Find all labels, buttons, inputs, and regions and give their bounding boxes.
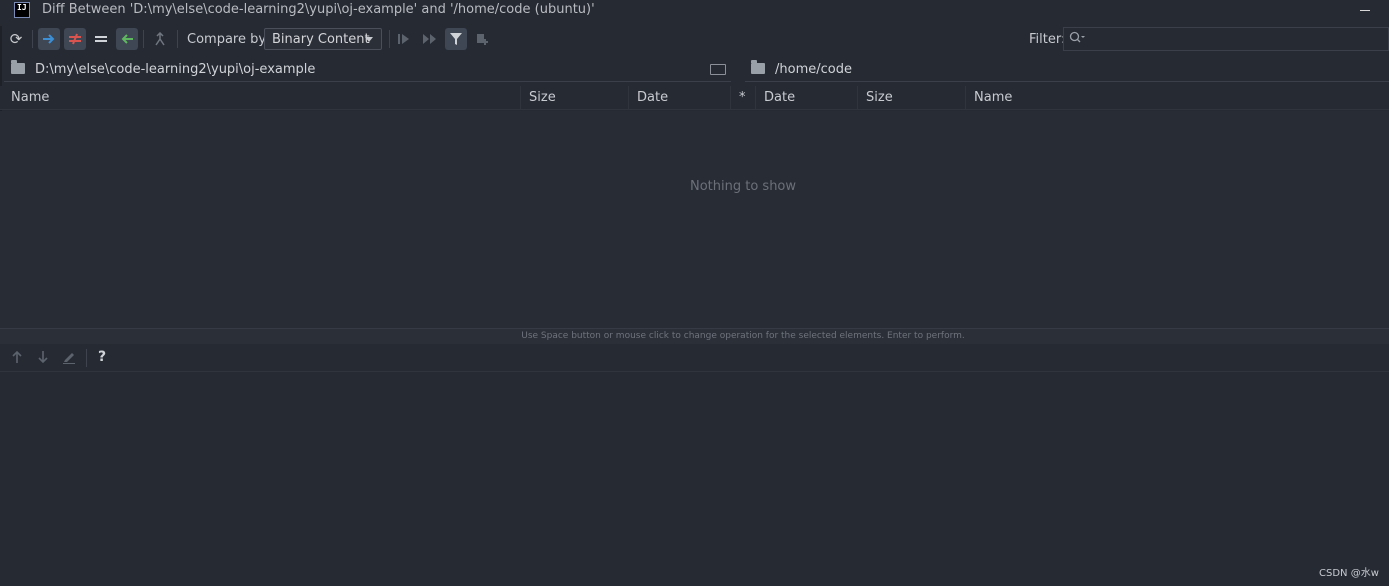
title-bar: IJ Diff Between 'D:\my\else\code-learnin… [0, 0, 1389, 22]
step-icon [398, 34, 409, 44]
hint-text: Use Space button or mouse click to chang… [521, 331, 965, 341]
synchronize-all-button[interactable] [419, 28, 441, 50]
intellij-logo-icon: IJ [14, 2, 30, 18]
hint-bar: Use Space button or mouse click to chang… [0, 328, 1389, 344]
column-header-left-size[interactable]: Size [521, 86, 629, 110]
refresh-icon: ⟳ [9, 30, 23, 48]
column-header-right-size[interactable]: Size [858, 86, 966, 110]
show-right-to-left-button[interactable] [116, 28, 138, 50]
edit-source-button[interactable] [59, 347, 79, 367]
show-left-to-right-button[interactable] [38, 28, 60, 50]
help-icon: ? [97, 349, 107, 365]
window-title: Diff Between 'D:\my\else\code-learning2\… [42, 2, 595, 17]
filter-toggle-button[interactable] [445, 28, 467, 50]
show-different-button[interactable] [64, 28, 86, 50]
column-header-left-date[interactable]: Date [629, 86, 731, 110]
next-difference-button[interactable] [33, 347, 53, 367]
toolbar-separator [32, 30, 33, 48]
diff-preview-panel[interactable] [0, 372, 1389, 586]
left-path-field[interactable]: D:\my\else\code-learning2\yupi\oj-exampl… [35, 62, 315, 77]
toolbar-separator [177, 30, 178, 48]
help-button[interactable]: ? [92, 347, 112, 367]
compare-by-value: Binary Content [272, 31, 370, 47]
sync-settings-button[interactable] [471, 28, 493, 50]
toolbar-separator [389, 30, 390, 48]
bottom-toolbar: ? [0, 344, 1389, 372]
arrow-left-icon [121, 34, 133, 44]
left-path-bar: D:\my\else\code-learning2\yupi\oj-exampl… [4, 58, 731, 82]
pencil-icon [63, 353, 75, 364]
folder-icon [751, 60, 765, 74]
not-equal-icon [69, 33, 81, 45]
column-header-operation[interactable]: * [731, 86, 756, 110]
synchronize-selected-button[interactable] [393, 28, 415, 50]
right-path-bar: /home/code [745, 58, 1389, 82]
merge-button[interactable] [149, 28, 171, 50]
compare-by-label: Compare by: [187, 32, 270, 47]
filter-icon [450, 33, 462, 45]
folder-icon [11, 60, 25, 74]
compare-by-dropdown[interactable]: Binary Content [264, 28, 382, 50]
show-equal-button[interactable] [90, 28, 112, 50]
diff-table-body[interactable]: Nothing to show [0, 111, 1389, 328]
filter-label: Filter: [1029, 32, 1066, 47]
watermark-text: CSDN @水w [1319, 568, 1379, 579]
minimize-button[interactable] [1358, 2, 1372, 18]
refresh-button[interactable]: ⟳ [5, 28, 27, 50]
arrow-right-icon [43, 34, 55, 44]
toolbar-separator [143, 30, 144, 48]
browse-folder-icon[interactable] [710, 64, 726, 75]
merge-icon [155, 32, 165, 46]
sync-icon [477, 34, 488, 45]
empty-state-text: Nothing to show [689, 179, 797, 194]
column-header-right-name[interactable]: Name [966, 86, 1389, 110]
equal-icon [95, 36, 107, 42]
chevron-down-icon [365, 37, 373, 42]
previous-difference-button[interactable] [7, 347, 27, 367]
arrow-up-icon [12, 350, 22, 363]
right-path-field[interactable]: /home/code [775, 62, 852, 77]
column-header-left-name[interactable]: Name [3, 86, 521, 110]
column-header-right-date[interactable]: Date [756, 86, 858, 110]
fast-forward-icon [423, 34, 436, 44]
main-toolbar: ⟳ Compare by: Binary Content Filter: [0, 26, 1389, 54]
filter-input[interactable] [1063, 27, 1389, 51]
arrow-down-icon [38, 351, 48, 364]
diff-table-header: Name Size Date * Date Size Name [0, 86, 1389, 110]
search-icon [1069, 31, 1085, 47]
toolbar-separator [86, 349, 87, 367]
